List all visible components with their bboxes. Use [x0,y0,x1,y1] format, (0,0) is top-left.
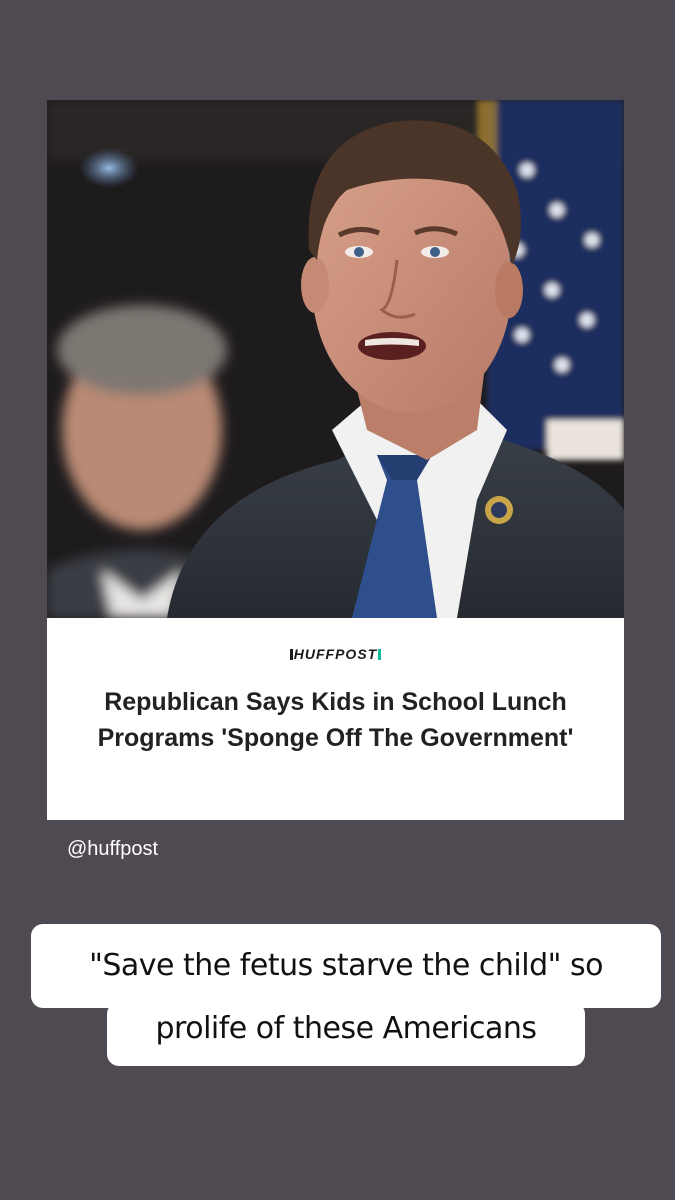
brand-name: HUFFPOST [293,646,378,662]
article-body: HUFFPOST Republican Says Kids in School … [47,618,624,820]
photo-illustration [47,100,624,618]
article-photo [47,100,624,618]
huffpost-logo: HUFFPOST [47,646,624,662]
logo-bar-right [378,649,382,660]
source-handle[interactable]: @huffpost [67,838,158,861]
article-headline[interactable]: Republican Says Kids in School Lunch Pro… [67,684,604,756]
story-frame: HUFFPOST Republican Says Kids in School … [0,0,675,1200]
logo-bar-left [289,649,293,660]
caption-line-1: "Save the fetus starve the child" so [31,924,661,1008]
caption-line-2: prolife of these Americans [107,1002,585,1066]
article-card[interactable]: HUFFPOST Republican Says Kids in School … [47,100,624,820]
